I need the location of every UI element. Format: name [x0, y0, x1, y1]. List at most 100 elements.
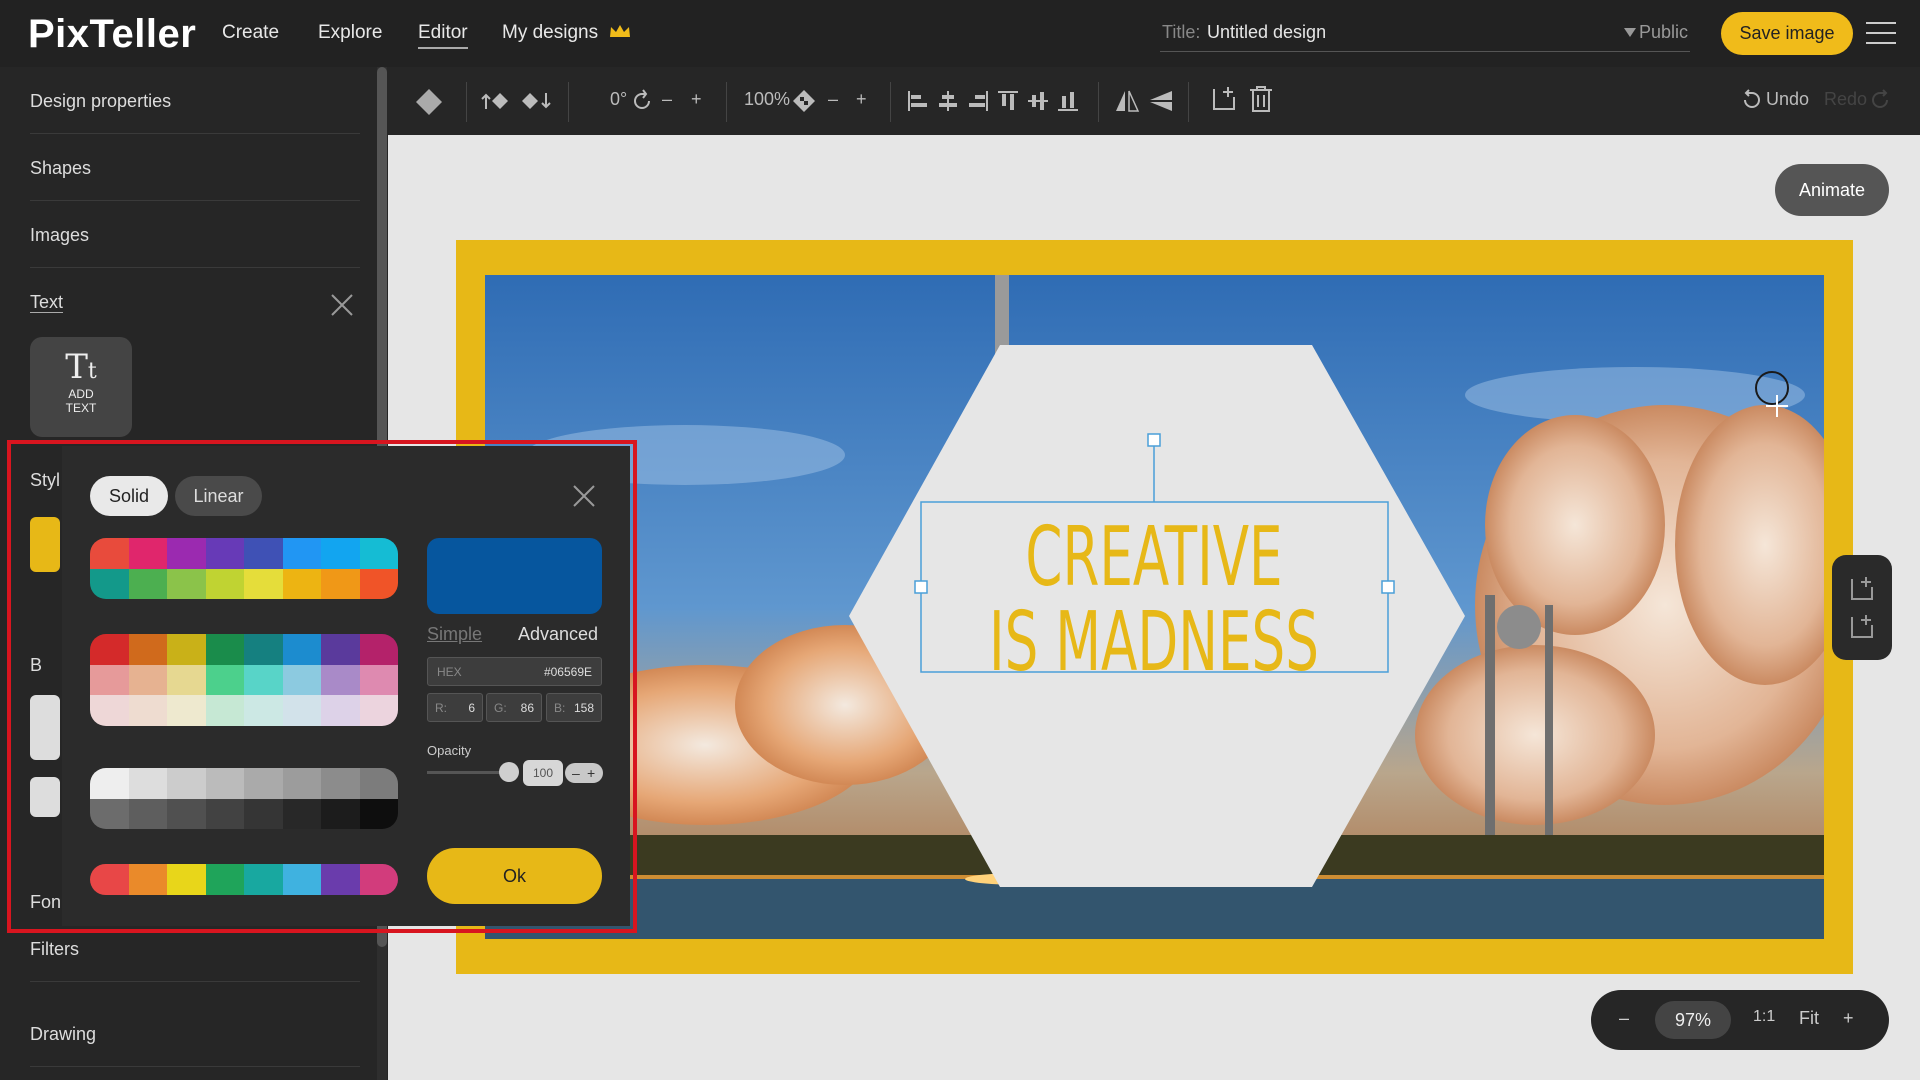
- undo-button[interactable]: Undo: [1766, 89, 1809, 110]
- color-swatch[interactable]: [128, 664, 167, 695]
- color-swatch[interactable]: [205, 695, 244, 726]
- add-page-icon[interactable]: [1848, 613, 1876, 641]
- flip-horizontal-icon[interactable]: [1114, 89, 1140, 113]
- undo-icon[interactable]: [1740, 89, 1762, 111]
- object-zoom-value[interactable]: 100%: [744, 89, 790, 110]
- color-swatch[interactable]: [359, 695, 398, 726]
- color-swatch[interactable]: [128, 538, 167, 569]
- title-field[interactable]: Title: Untitled design Public: [1160, 18, 1690, 52]
- color-swatch[interactable]: [282, 634, 321, 665]
- save-image-button[interactable]: Save image: [1721, 12, 1853, 55]
- align-left-icon[interactable]: [906, 89, 930, 113]
- color-swatch[interactable]: [244, 664, 283, 695]
- zoom-in-button[interactable]: +: [1843, 1008, 1854, 1029]
- align-center-icon[interactable]: [936, 89, 960, 113]
- logo[interactable]: PixTeller: [28, 12, 196, 57]
- send-backward-icon[interactable]: [520, 89, 552, 113]
- opacity-minus-button[interactable]: –: [572, 763, 580, 783]
- color-swatch[interactable]: [244, 798, 283, 829]
- zoom-ratio-button[interactable]: 1:1: [1753, 1008, 1775, 1026]
- transparency-icon[interactable]: [792, 89, 816, 113]
- red-input[interactable]: R: 6: [427, 693, 483, 722]
- color-swatch[interactable]: [359, 664, 398, 695]
- hex-input[interactable]: HEX #06569E: [427, 657, 602, 686]
- ok-button[interactable]: Ok: [427, 848, 602, 904]
- opacity-stepper[interactable]: – +: [565, 763, 603, 783]
- color-swatch[interactable]: [244, 768, 283, 799]
- color-swatch[interactable]: [90, 634, 129, 665]
- visibility-dropdown[interactable]: Public: [1623, 22, 1688, 43]
- color-swatch[interactable]: [359, 864, 398, 895]
- tab-linear[interactable]: Linear: [175, 476, 262, 516]
- color-swatch[interactable]: [359, 634, 398, 665]
- sidebar-item-shapes[interactable]: Shapes: [30, 134, 360, 201]
- color-swatch[interactable]: [167, 798, 206, 829]
- color-swatch[interactable]: [282, 538, 321, 569]
- opacity-slider-thumb[interactable]: [499, 762, 519, 782]
- sidebar-item-text[interactable]: Text: [30, 268, 360, 335]
- opacity-value[interactable]: 100: [523, 760, 563, 786]
- flip-vertical-icon[interactable]: [1148, 89, 1174, 113]
- duplicate-icon[interactable]: [1210, 85, 1238, 113]
- background-photo[interactable]: CREATIVE IS MADNESS: [485, 275, 1824, 939]
- color-swatch[interactable]: [321, 768, 360, 799]
- bring-forward-icon[interactable]: [480, 89, 512, 113]
- animate-button[interactable]: Animate: [1775, 164, 1889, 216]
- color-swatch[interactable]: [90, 695, 129, 726]
- align-bottom-icon[interactable]: [1056, 89, 1080, 113]
- color-swatch[interactable]: [244, 695, 283, 726]
- color-swatch[interactable]: [321, 538, 360, 569]
- canvas-text-line1[interactable]: CREATIVE: [1025, 509, 1282, 604]
- nav-create[interactable]: Create: [222, 22, 279, 44]
- opacity-slider-track[interactable]: [427, 771, 507, 774]
- hexagon-shape[interactable]: CREATIVE IS MADNESS: [485, 275, 1824, 939]
- color-swatch[interactable]: [90, 664, 129, 695]
- color-swatch[interactable]: [359, 798, 398, 829]
- color-swatch[interactable]: [128, 768, 167, 799]
- mode-simple[interactable]: Simple: [427, 624, 482, 645]
- color-swatch[interactable]: [90, 768, 129, 799]
- sidebar-item-design-properties[interactable]: Design properties: [30, 67, 360, 134]
- rotation-minus-button[interactable]: –: [662, 89, 672, 110]
- color-swatch[interactable]: [167, 768, 206, 799]
- nav-editor[interactable]: Editor: [418, 22, 468, 49]
- close-icon[interactable]: [572, 484, 596, 508]
- rotate-icon[interactable]: [630, 89, 654, 113]
- align-middle-icon[interactable]: [1026, 89, 1050, 113]
- align-right-icon[interactable]: [966, 89, 990, 113]
- add-text-button[interactable]: Tt ADD TEXT: [30, 337, 132, 437]
- color-swatch[interactable]: [205, 538, 244, 569]
- zoom-out-button[interactable]: –: [1619, 1008, 1629, 1029]
- mode-advanced[interactable]: Advanced: [518, 624, 598, 645]
- object-zoom-plus-button[interactable]: +: [856, 89, 867, 110]
- color-swatch[interactable]: [205, 864, 244, 895]
- color-swatch[interactable]: [244, 538, 283, 569]
- color-swatch[interactable]: [205, 798, 244, 829]
- color-swatch[interactable]: [321, 568, 360, 599]
- color-swatch[interactable]: [167, 664, 206, 695]
- color-swatch[interactable]: [128, 568, 167, 599]
- sidebar-item-images[interactable]: Images: [30, 201, 360, 268]
- color-swatch[interactable]: [90, 798, 129, 829]
- color-swatch[interactable]: [167, 568, 206, 599]
- nav-explore[interactable]: Explore: [318, 22, 382, 44]
- redo-icon[interactable]: [1870, 89, 1892, 111]
- tab-solid[interactable]: Solid: [90, 476, 168, 516]
- color-swatch[interactable]: [244, 864, 283, 895]
- color-swatch[interactable]: [205, 664, 244, 695]
- color-swatch[interactable]: [321, 664, 360, 695]
- color-swatch[interactable]: [205, 768, 244, 799]
- sidebar-item-drawing[interactable]: Drawing: [30, 1000, 360, 1067]
- color-swatch[interactable]: [205, 568, 244, 599]
- color-swatch[interactable]: [167, 538, 206, 569]
- color-swatch[interactable]: [321, 634, 360, 665]
- color-swatch[interactable]: [359, 768, 398, 799]
- color-swatch[interactable]: [128, 798, 167, 829]
- color-swatch[interactable]: [359, 538, 398, 569]
- color-swatch[interactable]: [282, 664, 321, 695]
- blue-input[interactable]: B: 158: [546, 693, 602, 722]
- layers-icon[interactable]: [414, 87, 444, 117]
- object-zoom-minus-button[interactable]: –: [828, 89, 838, 110]
- nav-my-designs[interactable]: My designs: [502, 22, 631, 44]
- color-swatch[interactable]: [90, 538, 129, 569]
